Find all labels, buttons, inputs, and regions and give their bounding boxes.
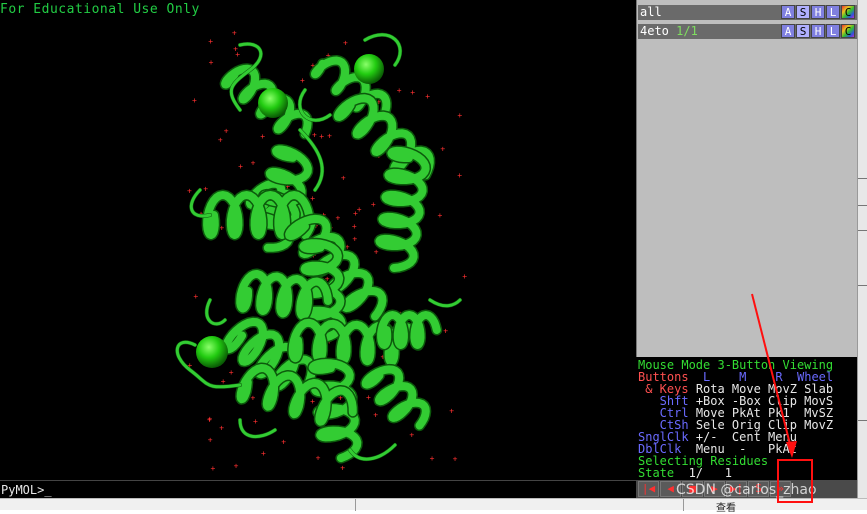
water-mark: + (300, 76, 305, 85)
water-mark: + (457, 111, 462, 120)
water-mark: + (357, 205, 362, 214)
object-row-4eto[interactable]: 4eto 1/1 A S H L C (638, 24, 857, 39)
water-mark: + (238, 162, 243, 171)
water-mark: + (232, 28, 237, 37)
water-mark: + (251, 393, 256, 402)
water-mark: + (453, 455, 458, 464)
ion-sphere (354, 54, 384, 84)
water-mark: + (224, 127, 229, 136)
show-button[interactable]: S (796, 24, 810, 38)
water-mark: + (327, 131, 332, 140)
water-mark: + (340, 464, 345, 473)
object-name[interactable]: all (640, 5, 662, 20)
water-mark: + (443, 326, 448, 335)
water-mark: + (218, 135, 223, 144)
annotation-highlight-box (777, 459, 813, 503)
hide-button[interactable]: H (811, 5, 825, 19)
water-mark: + (207, 416, 212, 425)
water-mark: + (457, 171, 462, 180)
water-mark: + (397, 86, 402, 95)
state-indicator: State 1/ 1 (638, 466, 732, 480)
show-button[interactable]: S (796, 5, 810, 19)
protein-cartoon-render[interactable]: ++++++++++++++++++++++++++++++++++++++++… (0, 0, 636, 480)
water-mark: + (341, 173, 346, 182)
water-mark: + (211, 464, 216, 473)
label-button[interactable]: L (826, 5, 840, 19)
command-prompt: PyMOL>_ (1, 483, 52, 497)
water-mark: + (261, 449, 266, 458)
water-mark: + (251, 158, 256, 167)
water-mark: + (425, 92, 430, 101)
water-mark: + (208, 37, 213, 46)
water-mark: + (219, 424, 224, 433)
water-mark: + (234, 462, 239, 471)
water-mark: + (352, 222, 357, 231)
water-mark: + (374, 248, 379, 257)
water-mark: + (310, 194, 315, 203)
water-mark: + (229, 368, 234, 377)
object-state: 1/1 (676, 24, 698, 38)
water-mark: + (209, 58, 214, 67)
ion-sphere (196, 336, 228, 368)
view-label[interactable]: 查看 (716, 499, 736, 514)
water-mark: + (462, 272, 467, 281)
water-mark: + (203, 185, 208, 194)
window-edge (857, 0, 867, 498)
water-mark: + (208, 436, 213, 445)
water-mark: + (430, 454, 435, 463)
water-mark: + (281, 437, 286, 446)
color-button[interactable]: C (841, 5, 855, 19)
water-mark: + (438, 211, 443, 220)
object-row-all[interactable]: all A S H L C (638, 5, 857, 20)
water-mark: + (352, 234, 357, 243)
water-mark: + (373, 411, 378, 420)
molecular-viewport[interactable]: For Educational Use Only + + + + + + + + + + + + + + +… (0, 0, 636, 480)
color-button[interactable]: C (841, 24, 855, 38)
host-window-strip: 查看 (0, 498, 867, 514)
action-button[interactable]: A (781, 5, 795, 19)
ribbon-helices (175, 32, 462, 464)
water-mark: + (440, 144, 445, 153)
water-mark: + (343, 39, 348, 48)
command-line[interactable]: PyMOL>_ (0, 480, 636, 498)
water-mark: + (312, 130, 317, 139)
action-button[interactable]: A (781, 24, 795, 38)
water-mark: + (336, 214, 341, 223)
mouse-mode-panel[interactable]: Mouse Mode 3-Button Viewing Buttons L M … (636, 357, 857, 480)
water-mark: + (449, 407, 454, 416)
hide-button[interactable]: H (811, 24, 825, 38)
water-mark: + (319, 132, 324, 141)
rewind-button[interactable]: |◀ (638, 481, 659, 497)
water-mark: + (410, 88, 415, 97)
water-mark: + (253, 417, 258, 426)
water-mark: + (316, 454, 321, 463)
water-mark: + (371, 200, 376, 209)
water-mark: + (366, 393, 371, 402)
water-mark: + (409, 431, 414, 440)
water-mark: + (193, 292, 198, 301)
label-button[interactable]: L (826, 24, 840, 38)
ion-sphere (258, 88, 288, 118)
water-mark: + (187, 186, 192, 195)
water-mark: + (192, 96, 197, 105)
water-mark: + (233, 45, 238, 54)
water-mark: + (310, 397, 315, 406)
object-name[interactable]: 4eto 1/1 (640, 24, 698, 39)
water-mark: + (260, 132, 265, 141)
